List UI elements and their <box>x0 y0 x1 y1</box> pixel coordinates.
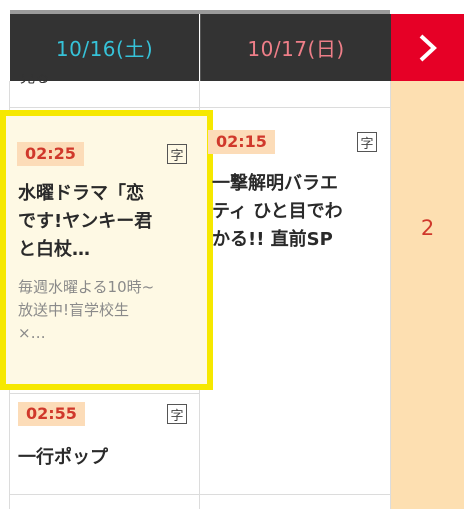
day3-column[interactable] <box>391 81 464 509</box>
program-description-line: 放送中!盲学校生 <box>18 301 130 319</box>
program-description: 毎週水曜よる10時~ 放送中!盲学校生 ×… <box>18 276 198 345</box>
program-time: 02:55 <box>18 402 85 426</box>
subtitle-badge-icon: 字 <box>167 404 187 424</box>
program-time: 02:15 <box>208 130 275 154</box>
program-description-line: ×… <box>18 324 46 342</box>
next-day-button[interactable] <box>391 14 464 81</box>
program-card-highlighted[interactable]: 02:25 字 水曜ドラマ「恋 です!ヤンキー君 と白杖… 毎週水曜よる10時~… <box>0 110 213 390</box>
previous-program-text: 見る <box>20 74 51 86</box>
row-separator <box>10 494 390 495</box>
subtitle-badge-icon: 字 <box>167 144 187 164</box>
program-title-line: 水曜ドラマ「恋 <box>18 183 144 204</box>
program-title-line: かる!! 直前SP <box>212 229 333 250</box>
program-title: 水曜ドラマ「恋 です!ヤンキー君 と白杖… <box>18 180 198 264</box>
program-card[interactable]: 02:55 字 一行ポップ <box>10 394 199 494</box>
date-header-day1[interactable]: 10/16(土) <box>10 14 199 81</box>
previous-program-peek: 見る <box>20 74 80 88</box>
program-time: 02:25 <box>17 142 84 166</box>
row-separator <box>10 107 199 108</box>
program-description-line: 毎週水曜よる10時~ <box>18 278 155 296</box>
chevron-right-icon <box>419 34 437 62</box>
date-header-day2-label: 10/17(日) <box>247 37 345 61</box>
subtitle-badge-icon: 字 <box>357 132 377 152</box>
program-title-line: と白杖… <box>18 239 90 260</box>
program-title: 一撃解明バラエ ティ ひと目でわ かる!! 直前SP <box>212 170 388 254</box>
program-title-line: 一撃解明バラエ <box>212 173 338 194</box>
date-header-day2[interactable]: 10/17(日) <box>200 14 391 81</box>
tv-schedule-grid: 10/16(土) 10/17(日) 見る 02:25 字 水曜ドラマ「恋 です!… <box>0 0 464 509</box>
program-title-line: ティ ひと目でわ <box>212 201 343 222</box>
program-title-line: です!ヤンキー君 <box>18 211 153 232</box>
date-header-day1-label: 10/16(土) <box>55 37 154 61</box>
program-count-label: 2 <box>420 216 435 240</box>
program-card[interactable]: 02:15 字 一撃解明バラエ ティ ひと目でわ かる!! 直前SP <box>200 108 390 488</box>
program-title: 一行ポップ <box>18 447 108 468</box>
